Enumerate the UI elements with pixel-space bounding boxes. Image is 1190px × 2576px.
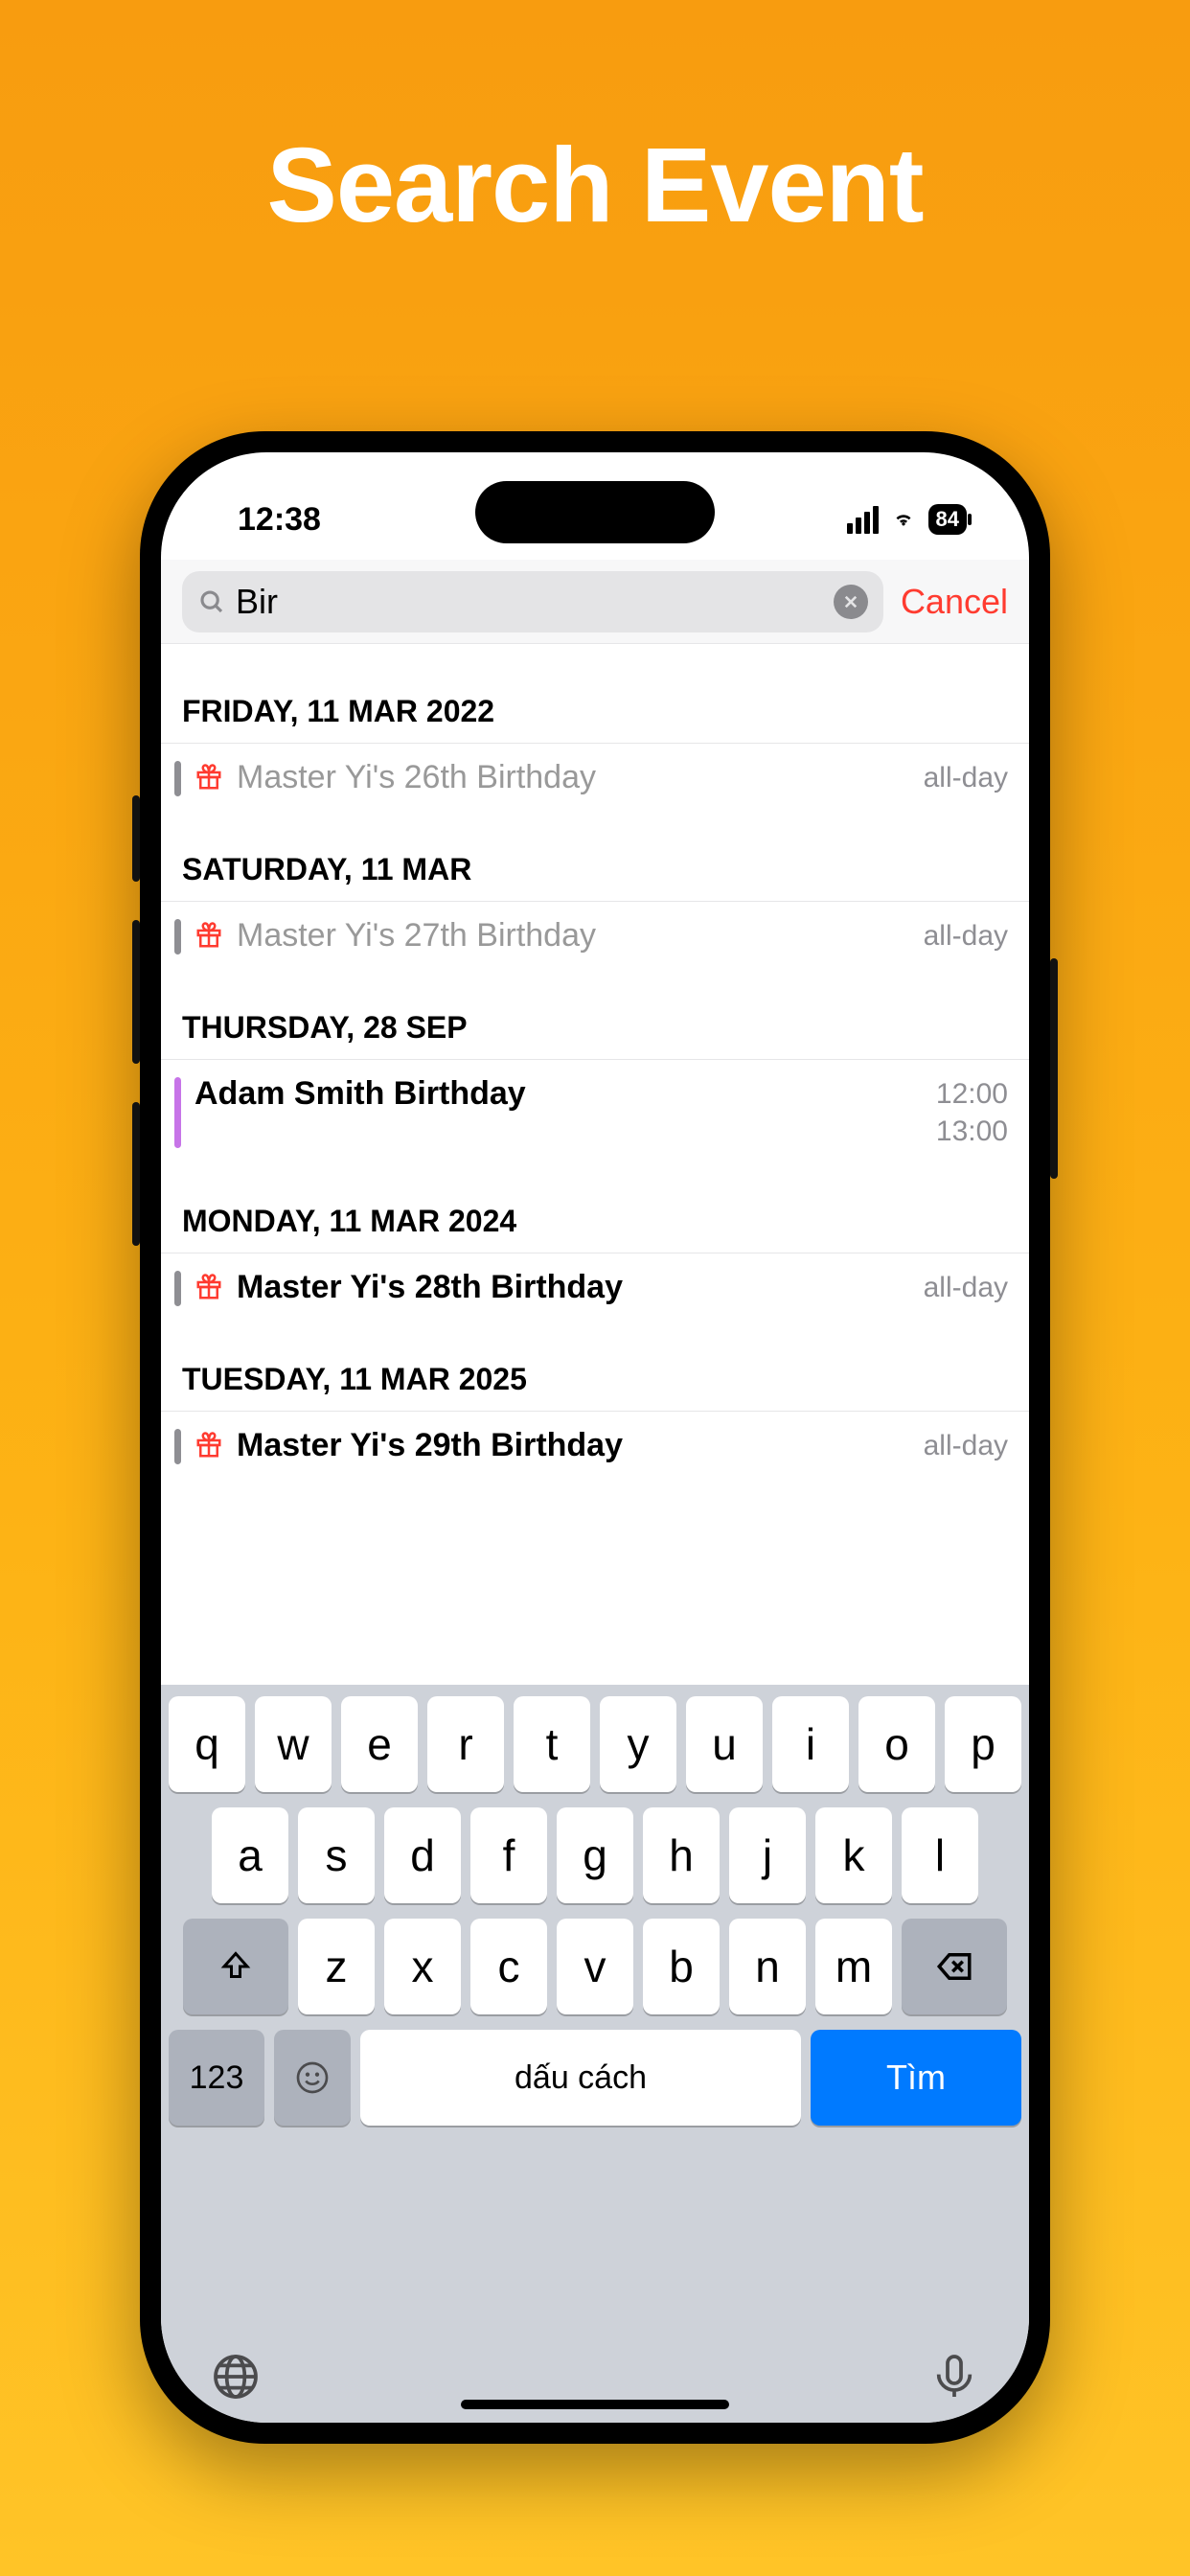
event-title: Master Yi's 29th Birthday xyxy=(237,1427,910,1464)
key-search[interactable]: Tìm xyxy=(811,2030,1021,2126)
calendar-color-bar xyxy=(174,1077,181,1148)
key-c[interactable]: c xyxy=(470,1919,547,2014)
key-b[interactable]: b xyxy=(643,1919,720,2014)
key-f[interactable]: f xyxy=(470,1807,547,1903)
close-icon xyxy=(842,593,859,610)
key-q[interactable]: q xyxy=(169,1696,245,1792)
clear-button[interactable] xyxy=(834,585,868,619)
key-space[interactable]: dấu cách xyxy=(360,2030,801,2126)
wifi-icon xyxy=(888,508,919,531)
event-row[interactable]: Master Yi's 26th Birthday all-day xyxy=(161,743,1029,814)
event-time: all-day xyxy=(924,1427,1008,1464)
date-header: SATURDAY, 11 MAR xyxy=(161,814,1029,901)
shift-icon xyxy=(218,1949,253,1984)
search-icon xyxy=(197,587,226,616)
key-o[interactable]: o xyxy=(858,1696,935,1792)
key-shift[interactable] xyxy=(183,1919,288,2014)
calendar-color-bar xyxy=(174,1271,181,1306)
gift-icon xyxy=(195,1431,223,1460)
search-results[interactable]: FRIDAY, 11 MAR 2022Master Yi's 26th Birt… xyxy=(161,644,1029,1482)
key-i[interactable]: i xyxy=(772,1696,849,1792)
key-y[interactable]: y xyxy=(600,1696,676,1792)
key-d[interactable]: d xyxy=(384,1807,461,1903)
calendar-color-bar xyxy=(174,761,181,796)
key-z[interactable]: z xyxy=(298,1919,375,2014)
key-t[interactable]: t xyxy=(514,1696,590,1792)
event-row[interactable]: Adam Smith Birthday 12:0013:00 xyxy=(161,1059,1029,1165)
home-indicator[interactable] xyxy=(461,2400,729,2409)
search-input[interactable] xyxy=(236,582,824,622)
search-row: Cancel xyxy=(161,560,1029,644)
date-header: THURSDAY, 28 SEP xyxy=(161,972,1029,1059)
key-a[interactable]: a xyxy=(212,1807,288,1903)
phone-side-button xyxy=(1050,958,1058,1179)
calendar-color-bar xyxy=(174,919,181,954)
key-g[interactable]: g xyxy=(557,1807,633,1903)
key-x[interactable]: x xyxy=(384,1919,461,2014)
search-field[interactable] xyxy=(182,571,883,632)
keyboard-row: zxcvbnm xyxy=(169,1919,1021,2014)
phone-side-button xyxy=(132,920,140,1064)
key-u[interactable]: u xyxy=(686,1696,763,1792)
event-time: all-day xyxy=(924,759,1008,796)
promo-title: Search Event xyxy=(0,125,1190,246)
phone-side-button xyxy=(132,795,140,882)
calendar-color-bar xyxy=(174,1429,181,1464)
phone-side-button xyxy=(132,1102,140,1246)
key-backspace[interactable] xyxy=(902,1919,1007,2014)
keyboard-row: asdfghjkl xyxy=(169,1807,1021,1903)
key-e[interactable]: e xyxy=(341,1696,418,1792)
gift-icon xyxy=(195,763,223,792)
phone-frame: 12:38 84 xyxy=(140,431,1050,2444)
battery-icon: 84 xyxy=(928,504,967,535)
key-123[interactable]: 123 xyxy=(169,2030,264,2126)
dynamic-island xyxy=(475,481,715,543)
key-emoji[interactable] xyxy=(274,2030,351,2126)
key-l[interactable]: l xyxy=(902,1807,978,1903)
event-row[interactable]: Master Yi's 28th Birthday all-day xyxy=(161,1253,1029,1323)
globe-icon[interactable] xyxy=(209,2350,263,2404)
keyboard-row: 123 dấu cách Tìm xyxy=(169,2030,1021,2126)
gift-icon xyxy=(195,1273,223,1301)
key-m[interactable]: m xyxy=(815,1919,892,2014)
phone-screen: 12:38 84 xyxy=(161,452,1029,2423)
keyboard: qwertyuiop asdfghjkl zxcvbnm 123 dấu các… xyxy=(161,1685,1029,2423)
event-title: Master Yi's 28th Birthday xyxy=(237,1269,910,1306)
signal-icon xyxy=(847,506,879,534)
cancel-button[interactable]: Cancel xyxy=(901,582,1008,622)
key-n[interactable]: n xyxy=(729,1919,806,2014)
keyboard-footer xyxy=(161,2350,1029,2404)
event-time: all-day xyxy=(924,917,1008,954)
key-k[interactable]: k xyxy=(815,1807,892,1903)
backspace-icon xyxy=(934,1946,974,1987)
keyboard-row: qwertyuiop xyxy=(169,1696,1021,1792)
event-title: Adam Smith Birthday xyxy=(195,1075,923,1113)
date-header: MONDAY, 11 MAR 2024 xyxy=(161,1165,1029,1253)
status-indicators: 84 xyxy=(847,504,967,535)
event-time: all-day xyxy=(924,1269,1008,1306)
key-p[interactable]: p xyxy=(945,1696,1021,1792)
mic-icon[interactable] xyxy=(927,2350,981,2404)
key-r[interactable]: r xyxy=(427,1696,504,1792)
event-row[interactable]: Master Yi's 29th Birthday all-day xyxy=(161,1411,1029,1482)
event-title: Master Yi's 27th Birthday xyxy=(237,917,910,954)
event-row[interactable]: Master Yi's 27th Birthday all-day xyxy=(161,901,1029,972)
date-header: FRIDAY, 11 MAR 2022 xyxy=(161,644,1029,743)
key-j[interactable]: j xyxy=(729,1807,806,1903)
gift-icon xyxy=(195,921,223,950)
key-v[interactable]: v xyxy=(557,1919,633,2014)
date-header: TUESDAY, 11 MAR 2025 xyxy=(161,1323,1029,1411)
event-time: 12:0013:00 xyxy=(936,1075,1008,1150)
status-time: 12:38 xyxy=(238,501,321,539)
emoji-icon xyxy=(293,2058,332,2097)
key-h[interactable]: h xyxy=(643,1807,720,1903)
event-title: Master Yi's 26th Birthday xyxy=(237,759,910,796)
key-w[interactable]: w xyxy=(255,1696,332,1792)
key-s[interactable]: s xyxy=(298,1807,375,1903)
